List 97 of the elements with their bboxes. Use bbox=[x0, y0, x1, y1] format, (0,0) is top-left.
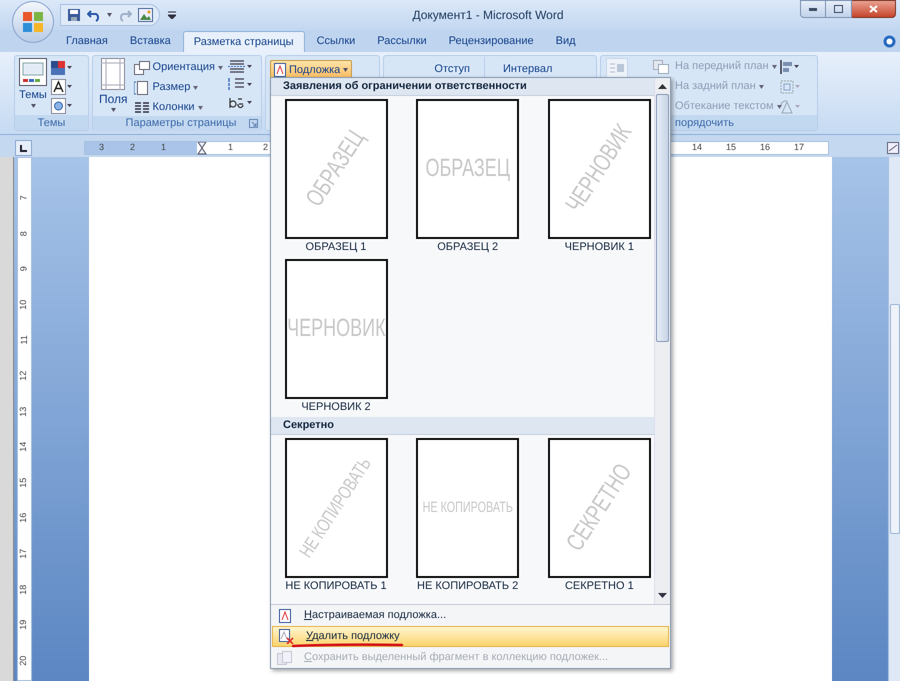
ruler-number: 8 bbox=[18, 230, 30, 236]
caret-icon bbox=[198, 106, 203, 110]
themes-button[interactable]: Темы bbox=[19, 58, 47, 108]
vertical-scrollbar[interactable] bbox=[888, 157, 900, 681]
spacing-label: Интервал bbox=[503, 63, 552, 75]
ribbon-tab[interactable]: Вид bbox=[546, 31, 586, 52]
group-label: Параметры страницы bbox=[124, 116, 238, 132]
customize-toolbar-icon[interactable] bbox=[168, 11, 176, 19]
caret-icon bbox=[772, 64, 777, 68]
ribbon-tab[interactable]: Рецензирование bbox=[438, 31, 544, 52]
ruler-number: 19 bbox=[18, 620, 30, 630]
close-icon bbox=[869, 5, 878, 13]
breaks-icon[interactable] bbox=[228, 59, 252, 74]
maximize-button[interactable] bbox=[826, 0, 852, 18]
caret-icon bbox=[110, 108, 116, 112]
caret-icon[interactable] bbox=[107, 13, 112, 17]
ribbon-tab[interactable]: Вставка bbox=[120, 31, 181, 52]
ribbon-tab[interactable]: Разметка страницы bbox=[182, 31, 305, 52]
minimize-button[interactable] bbox=[800, 0, 826, 18]
ruler-number: 3 bbox=[98, 141, 105, 154]
group-label: Темы bbox=[15, 115, 88, 130]
columns-icon bbox=[134, 100, 150, 114]
group-label: порядочить bbox=[675, 117, 734, 129]
ruler-number: 15 bbox=[724, 141, 737, 154]
ruler-number: 17 bbox=[18, 548, 30, 559]
ruler-number: 2 bbox=[128, 141, 136, 154]
page-margins-icon bbox=[101, 58, 126, 90]
ruler-number: 11 bbox=[18, 336, 30, 345]
theme-effects-icon[interactable] bbox=[51, 98, 73, 114]
ruler-number: 14 bbox=[690, 141, 703, 154]
ribbon-command[interactable]: Колонки bbox=[134, 99, 222, 116]
window-title: Документ1 - Microsoft Word bbox=[412, 7, 564, 24]
position-button[interactable] bbox=[606, 58, 628, 78]
left-tab-icon bbox=[20, 144, 27, 152]
ruler-number: 13 bbox=[18, 406, 30, 416]
caret-icon bbox=[343, 68, 348, 72]
menu-item[interactable]: Удалить подложку bbox=[272, 626, 669, 647]
scroll-down-icon[interactable] bbox=[658, 593, 667, 598]
picture-icon[interactable] bbox=[138, 8, 153, 22]
bring-forward-icon bbox=[653, 60, 669, 74]
section-header: Заявления об ограничении ответственности bbox=[271, 78, 654, 96]
caret-icon bbox=[758, 84, 764, 88]
line-numbers-icon[interactable] bbox=[228, 77, 252, 92]
ruler-number: 1 bbox=[226, 141, 234, 154]
watermark-label: ОБРАЗЕЦ 1 bbox=[306, 241, 366, 253]
section-header: Секретно bbox=[271, 417, 654, 435]
logo bbox=[22, 11, 44, 33]
dialog-launcher-icon[interactable] bbox=[249, 119, 258, 128]
hyphenation-icon[interactable] bbox=[228, 95, 252, 110]
ribbon-command[interactable]: Размер bbox=[134, 79, 222, 96]
ruler-number: 10 bbox=[18, 300, 30, 310]
watermark-label: НЕ КОПИРОВАТЬ 1 bbox=[285, 580, 387, 592]
watermark-label: СЕКРЕТНО 1 bbox=[564, 580, 634, 592]
ruler-number: 15 bbox=[18, 478, 30, 488]
ribbon-tab[interactable]: Рассылки bbox=[367, 31, 437, 52]
position-icon bbox=[610, 62, 624, 74]
ruler-number: 2 bbox=[262, 141, 269, 154]
margins-button[interactable]: Поля bbox=[99, 58, 128, 112]
align-icon[interactable] bbox=[779, 59, 801, 75]
caret-icon bbox=[30, 104, 36, 108]
undo-icon[interactable] bbox=[87, 8, 101, 22]
ribbon-tab[interactable]: Главная bbox=[56, 31, 118, 52]
tab-selector-button[interactable] bbox=[15, 140, 32, 156]
gallery-scrollbar[interactable] bbox=[654, 78, 670, 604]
ruler-number: 16 bbox=[758, 141, 771, 154]
watermark-label: ОБРАЗЕЦ 2 bbox=[437, 241, 498, 253]
ribbon-command[interactable]: Ориентация bbox=[134, 59, 222, 76]
watermark-label: НЕ КОПИРОВАТЬ 2 bbox=[417, 580, 518, 592]
office-button[interactable] bbox=[12, 1, 54, 43]
watermark-label: ЧЕРНОВИК 1 bbox=[564, 241, 634, 253]
orientation-icon bbox=[134, 60, 150, 74]
themes-icon bbox=[19, 58, 47, 86]
scroll-up-icon[interactable] bbox=[658, 84, 667, 89]
ruler-number: 1 bbox=[160, 141, 167, 154]
save-icon[interactable] bbox=[67, 8, 81, 22]
caret-icon bbox=[218, 66, 223, 70]
theme-colors-icon[interactable] bbox=[51, 60, 73, 76]
ribbon-tab[interactable]: Ссылки bbox=[306, 31, 366, 52]
ruler-number: 16 bbox=[18, 513, 30, 524]
page-size-icon bbox=[134, 80, 150, 94]
ruler-number: 7 bbox=[18, 195, 30, 200]
maximize-icon bbox=[834, 5, 843, 13]
help-icon[interactable] bbox=[883, 34, 896, 48]
watermark-label: ЧЕРНОВИК 2 bbox=[301, 401, 371, 413]
ruler-number: 14 bbox=[18, 442, 30, 452]
ruler-number: 12 bbox=[18, 370, 30, 381]
ruler-number: 17 bbox=[792, 141, 805, 154]
ruler-number: 18 bbox=[18, 584, 30, 594]
ruler-number: 9 bbox=[18, 266, 30, 272]
caret-icon bbox=[776, 104, 782, 108]
ruler-number: 20 bbox=[18, 656, 30, 666]
menu-item[interactable]: Настраиваемая подложка... bbox=[271, 605, 670, 626]
minimize-icon bbox=[809, 8, 817, 10]
close-button[interactable] bbox=[852, 0, 896, 18]
caret-icon bbox=[193, 86, 198, 90]
view-ruler-icon[interactable] bbox=[887, 142, 899, 154]
theme-fonts-icon[interactable] bbox=[51, 79, 73, 95]
